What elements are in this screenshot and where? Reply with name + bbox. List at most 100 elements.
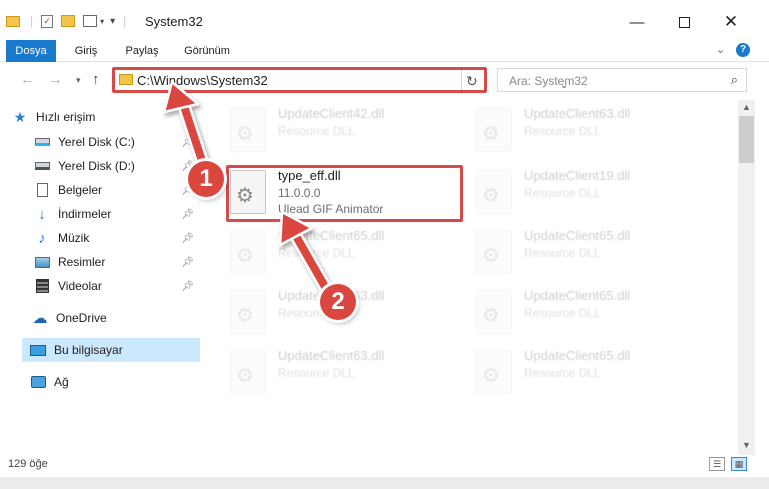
new-folder-icon[interactable] [61,15,76,27]
sidebar-item-label: OneDrive [56,311,107,325]
file-item[interactable]: ⚙ UpdateClient19.dll Resource DLL [476,166,706,224]
vertical-scrollbar[interactable]: ▲ ▼ [738,100,755,455]
maximize-button[interactable] [661,8,707,36]
back-arrow-icon[interactable]: ← [20,71,35,88]
download-icon: ↓ [38,205,46,223]
chevron-down-icon[interactable]: ▾ [100,17,104,26]
search-placeholder: Ara: System32 [509,74,588,88]
dll-file-icon: ⚙ [476,170,512,214]
music-icon: ♪ [38,229,46,247]
sidebar-item-label: Videolar [58,279,102,293]
file-description: Resource DLL [278,124,355,138]
sidebar-item-pictures[interactable]: Resimler 📌︎ [32,250,200,274]
computer-icon [28,342,48,358]
dll-file-icon: ⚙ [476,108,512,152]
file-description: Resource DLL [524,186,601,200]
file-item[interactable]: ⚙ UpdateClient42.dll Resource DLL [230,104,460,162]
dll-file-icon: ⚙ [230,230,266,274]
pin-icon[interactable]: 📌︎ [181,233,194,244]
close-button[interactable]: ✕ [708,8,754,36]
maximize-icon [678,16,690,28]
sidebar-item-this-pc[interactable]: Bu bilgisayar [22,338,200,362]
sidebar-item-label: Bu bilgisayar [54,343,123,357]
search-input[interactable]: Ara: System32 ⌕ [497,68,747,92]
tab-home[interactable]: Giriş [64,40,108,62]
file-item[interactable]: ⚙ UpdateClient63.dll Resource DLL [476,104,706,162]
drive-icon [32,134,52,150]
pin-icon[interactable]: 📌︎ [181,257,194,268]
dll-file-icon: ⚙ [230,350,266,394]
sidebar-item-label: Resimler [58,255,106,269]
file-highlight-box [226,165,463,222]
sidebar-item-label: Yerel Disk (D:) [58,159,135,173]
file-description: Resource DLL [278,366,355,380]
sidebar-item-downloads[interactable]: ↓ İndirmeler 📌︎ [32,202,200,226]
sidebar-item-network[interactable]: Ağ [28,370,200,394]
pin-icon[interactable]: 📌︎ [181,281,194,292]
cloud-icon: ☁ [32,310,48,327]
file-item[interactable]: ⚙ UpdateClient65.dll Resource DLL [230,226,460,284]
view-options-icon[interactable] [83,15,98,27]
properties-icon[interactable]: ✓ [41,14,54,28]
file-description: Resource DLL [524,306,601,320]
title-bar: | ✓ ▾ ▾ | System32 — ✕ [0,0,769,40]
file-description: Resource DLL [278,246,355,260]
ribbon-tabs: Dosya Giriş Paylaş Görünüm ⌄ ? [0,40,769,62]
status-bar: 129 öğe ☰ ▦ [0,455,769,477]
sidebar-item-label: Müzik [58,231,90,245]
tiles-view-icon[interactable]: ▦ [731,457,747,471]
sidebar-item-label: Ağ [54,375,69,389]
sidebar-item-disk-d[interactable]: Yerel Disk (D:) 📌︎ [32,154,200,178]
scroll-up-icon[interactable]: ▲ [742,102,751,112]
forward-arrow-icon[interactable]: → [48,71,63,88]
sidebar-item-disk-c[interactable]: Yerel Disk (C:) 📌︎ [32,130,200,154]
sidebar-item-videos[interactable]: Videolar 📌︎ [32,274,200,298]
file-item[interactable]: ⚙ UpdateClient65.dll Resource DLL [476,346,706,404]
tab-view[interactable]: Görünüm [176,40,238,62]
sidebar-item-quick-access[interactable]: ★ Hızlı erişim [10,105,210,129]
step-marker-2: 2 [320,284,356,320]
file-list: ⚙ UpdateClient42.dll Resource DLL ⚙ Upda… [206,100,738,455]
file-item[interactable]: ⚙ UpdateClient63.dll Resource DLL [230,346,460,404]
sidebar-item-label: Yerel Disk (C:) [58,135,135,149]
scrollbar-thumb[interactable] [739,116,754,163]
search-icon: ⌕ [730,72,738,87]
file-item[interactable]: ⚙ UpdateClient65.dll Resource DLL [476,226,706,284]
dll-file-icon: ⚙ [230,290,266,334]
dll-file-icon: ⚙ [476,230,512,274]
file-name: UpdateClient63.dll [524,106,631,121]
network-icon [28,374,48,390]
dll-file-icon: ⚙ [476,290,512,334]
pictures-icon [32,254,52,270]
file-description: Resource DLL [524,246,601,260]
file-name: UpdateClient19.dll [524,168,631,183]
close-icon: ✕ [723,12,739,31]
step-marker-1: 1 [188,161,224,197]
tab-file[interactable]: Dosya [6,40,56,62]
sidebar-item-onedrive[interactable]: ☁ OneDrive [30,306,200,330]
details-view-icon[interactable]: ☰ [709,457,725,471]
minimize-icon: — [629,13,645,31]
minimize-button[interactable]: — [614,8,660,36]
customize-toolbar-icon[interactable]: ▾ [110,16,115,27]
pin-icon[interactable]: 📌︎ [181,209,194,220]
pin-icon[interactable]: 📌︎ [181,137,194,148]
drive-icon [32,158,52,174]
sidebar-item-music[interactable]: ♪ Müzik 📌︎ [32,226,200,250]
sidebar-item-label: Hızlı erişim [36,110,96,124]
file-name: UpdateClient42.dll [278,106,385,121]
folder-icon[interactable] [6,15,20,27]
quick-access-toolbar: | ✓ ▾ ▾ | [6,12,126,30]
help-icon[interactable]: ? [736,43,750,57]
recent-locations-icon[interactable]: ▾ [76,75,81,86]
scroll-down-icon[interactable]: ▼ [742,440,751,450]
sidebar-item-label: Belgeler [58,183,103,197]
tab-share[interactable]: Paylaş [116,40,168,62]
expand-ribbon-icon[interactable]: ⌄ [716,43,725,56]
documents-icon [32,182,52,198]
sidebar-item-documents[interactable]: Belgeler 📌︎ [32,178,200,202]
up-arrow-icon[interactable]: ↑ [92,71,100,88]
window-title: System32 [145,14,203,29]
file-item[interactable]: ⚙ UpdateClient65.dll Resource DLL [476,286,706,344]
file-name: UpdateClient63.dll [278,348,385,363]
